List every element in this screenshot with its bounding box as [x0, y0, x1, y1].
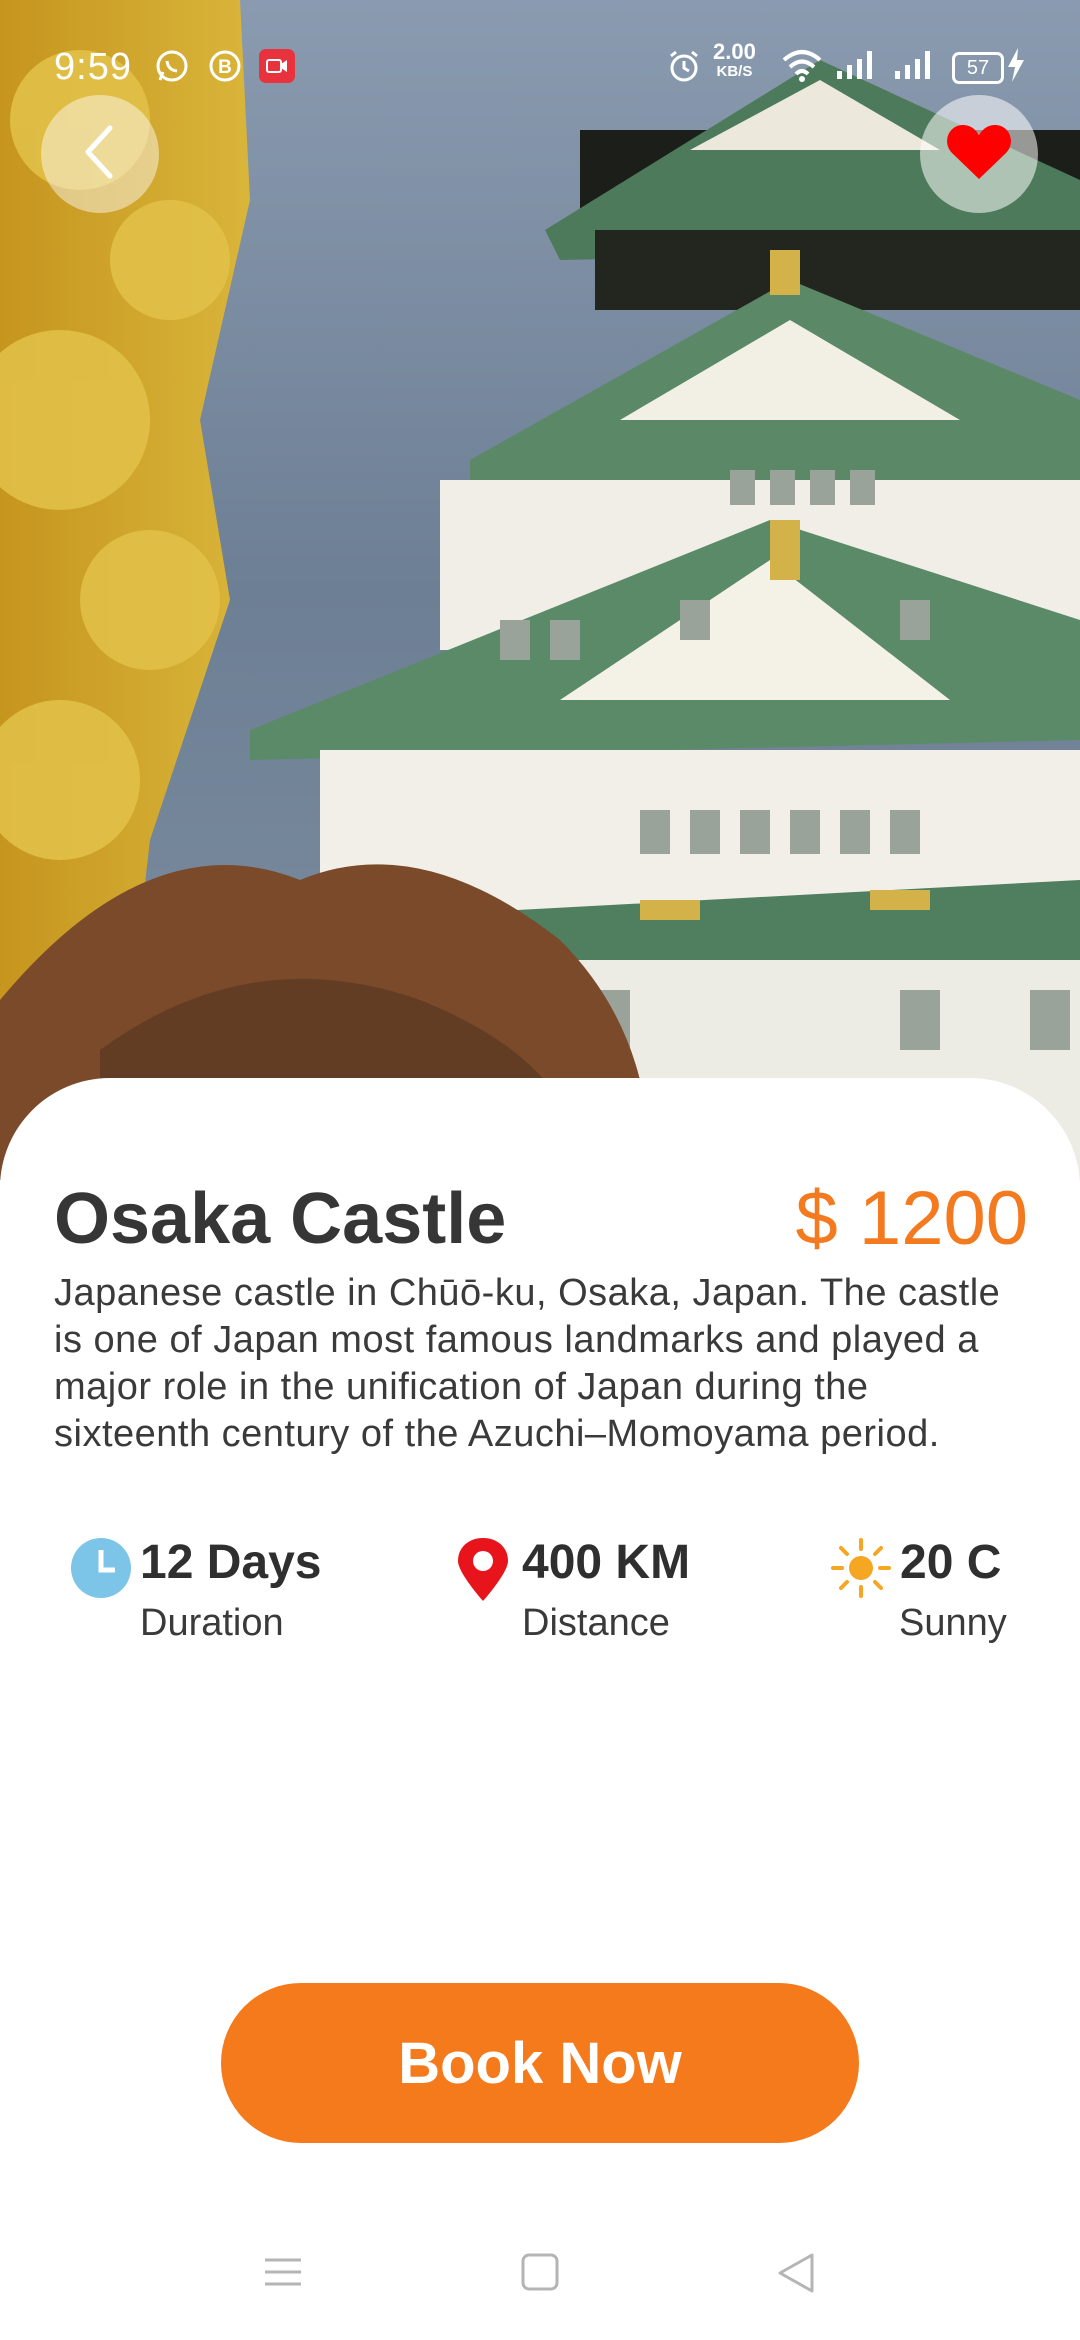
- screen-record-icon: [258, 48, 296, 93]
- speed-value: 2.00: [713, 39, 756, 64]
- navigation-bar: [0, 2230, 1080, 2340]
- duration-value: 12 Days: [140, 1536, 322, 1589]
- whatsapp-icon: [154, 48, 190, 93]
- battery-level: 57: [966, 57, 990, 79]
- network-speed: 2.00 KB/S: [713, 39, 756, 82]
- speed-unit: KB/S: [716, 63, 753, 80]
- place-description: Japanese castle in Chūō-ku, Osaka, Japan…: [54, 1272, 1001, 1455]
- signal-icon: [835, 48, 879, 90]
- place-title: Osaka Castle: [54, 1179, 507, 1259]
- home-icon[interactable]: [520, 2252, 560, 2297]
- battery-icon: 57: [952, 52, 1004, 84]
- duration-label: Duration: [140, 1602, 284, 1644]
- alarm-icon: [666, 48, 702, 93]
- book-now-button[interactable]: Book Now: [221, 1983, 859, 2143]
- details-card: [0, 1078, 1080, 2340]
- status-bar: 9:59 B 2.00 KB/S 57: [0, 0, 1080, 130]
- hero-image: [0, 0, 1080, 1180]
- b-app-icon: B: [207, 48, 243, 93]
- chevron-left-icon: [80, 122, 120, 187]
- back-triangle-icon[interactable]: [776, 2252, 816, 2299]
- svg-text:B: B: [218, 57, 232, 78]
- sun-icon: [830, 1537, 892, 1604]
- heart-icon: [946, 123, 1012, 186]
- place-price: $ 1200: [795, 1176, 1028, 1261]
- distance-label: Distance: [522, 1602, 670, 1644]
- charging-icon: [1006, 48, 1026, 91]
- status-time: 9:59: [54, 46, 132, 88]
- wifi-icon: [782, 48, 822, 91]
- screen: 9:59 B 2.00 KB/S 57 Osaka Castle $ 1200 …: [0, 0, 1080, 2340]
- weather-label: Sunny: [899, 1602, 1007, 1644]
- weather-value: 20 C: [900, 1536, 1002, 1589]
- menu-icon[interactable]: [263, 2252, 303, 2297]
- favorite-button[interactable]: [920, 95, 1038, 213]
- location-pin-icon: [456, 1537, 510, 1608]
- back-button[interactable]: [41, 95, 159, 213]
- distance-value: 400 KM: [522, 1536, 691, 1589]
- signal-icon: [893, 48, 937, 90]
- clock-icon: [70, 1537, 132, 1604]
